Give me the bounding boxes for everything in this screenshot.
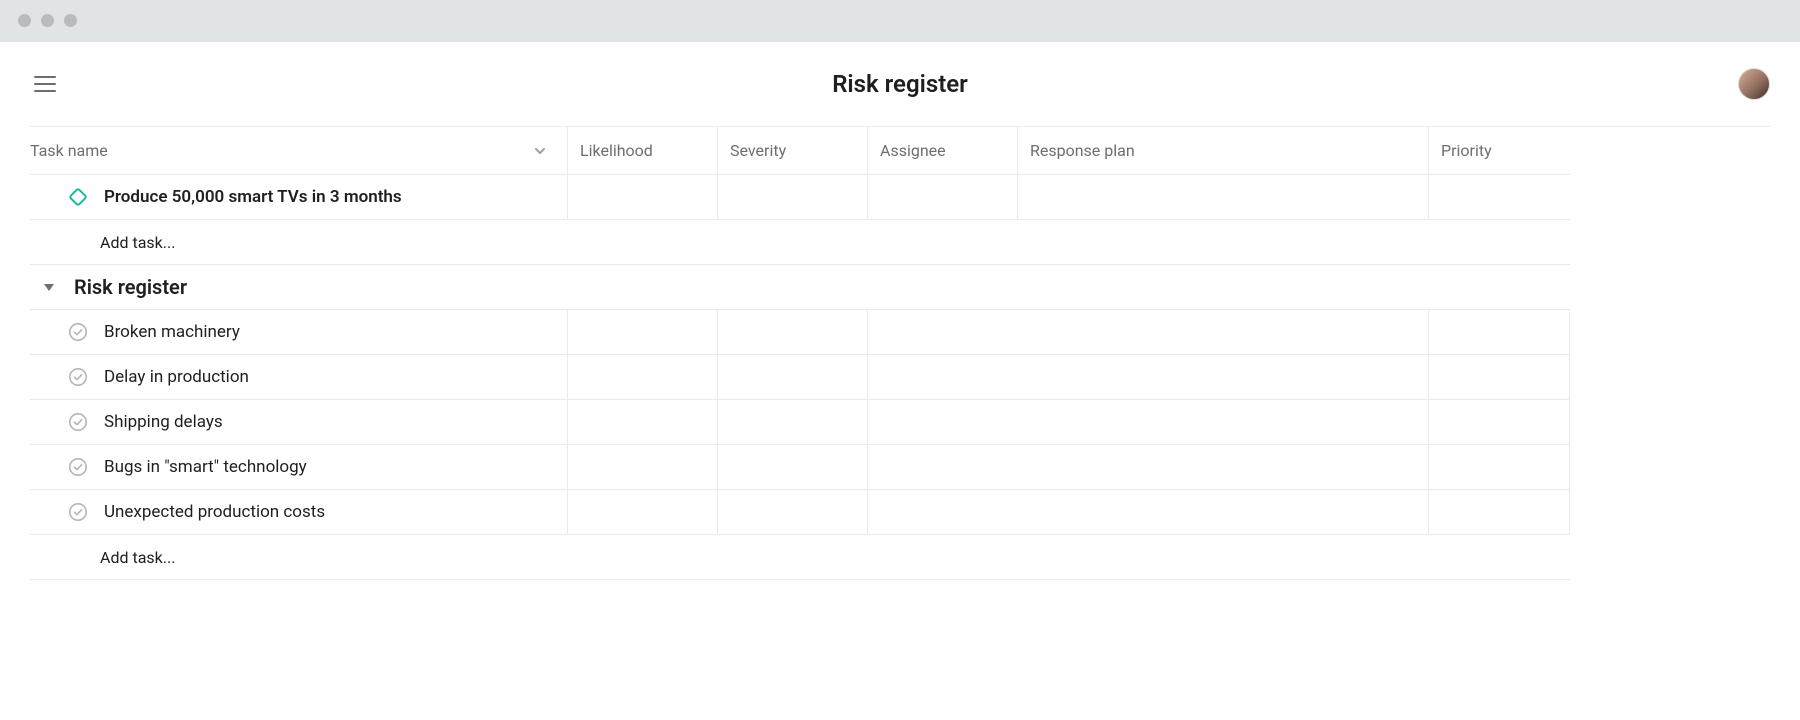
task-likelihood-cell[interactable] xyxy=(568,310,718,355)
task-response-plan-cell[interactable] xyxy=(1018,445,1429,490)
traffic-light-zoom[interactable] xyxy=(64,14,77,27)
column-header-label: Likelihood xyxy=(580,141,653,160)
chevron-down-icon xyxy=(533,144,547,158)
complete-toggle[interactable] xyxy=(68,412,88,432)
complete-toggle[interactable] xyxy=(68,322,88,342)
traffic-light-minimize[interactable] xyxy=(41,14,54,27)
task-severity-cell[interactable] xyxy=(718,310,868,355)
column-header-label: Task name xyxy=(30,141,108,160)
task-priority-cell[interactable] xyxy=(1429,400,1570,445)
task-assignee-cell[interactable] xyxy=(868,400,1018,445)
task-table: Task name Likelihood Severity Assignee R… xyxy=(30,126,1770,580)
menu-button[interactable] xyxy=(30,69,60,99)
milestone-name: Produce 50,000 smart TVs in 3 months xyxy=(104,187,402,207)
column-header-priority[interactable]: Priority xyxy=(1429,127,1570,175)
task-assignee-cell[interactable] xyxy=(868,310,1018,355)
milestone-severity-cell[interactable] xyxy=(718,175,868,220)
milestone-likelihood-cell[interactable] xyxy=(568,175,718,220)
task-assignee-cell[interactable] xyxy=(868,445,1018,490)
column-header-label: Assignee xyxy=(880,141,946,160)
task-severity-cell[interactable] xyxy=(718,355,868,400)
task-response-plan-cell[interactable] xyxy=(1018,400,1429,445)
column-header-severity[interactable]: Severity xyxy=(718,127,868,175)
task-name: Broken machinery xyxy=(104,322,240,342)
task-severity-cell[interactable] xyxy=(718,490,868,535)
check-circle-icon xyxy=(68,502,88,522)
section-collapse-toggle[interactable] xyxy=(42,280,56,294)
app-header: Risk register xyxy=(0,42,1800,126)
check-circle-icon xyxy=(68,322,88,342)
task-response-plan-cell[interactable] xyxy=(1018,490,1429,535)
task-row[interactable]: Shipping delays xyxy=(30,400,568,445)
task-name: Unexpected production costs xyxy=(104,502,325,522)
milestone-icon xyxy=(68,187,88,207)
column-menu-button[interactable] xyxy=(533,144,551,158)
window-titlebar xyxy=(0,0,1800,42)
task-name: Shipping delays xyxy=(104,412,223,432)
column-header-task-name[interactable]: Task name xyxy=(30,127,568,175)
complete-toggle[interactable] xyxy=(68,502,88,522)
task-priority-cell[interactable] xyxy=(1429,355,1570,400)
task-response-plan-cell[interactable] xyxy=(1018,310,1429,355)
check-circle-icon xyxy=(68,367,88,387)
column-header-response-plan[interactable]: Response plan xyxy=(1018,127,1429,175)
task-name: Delay in production xyxy=(104,367,249,387)
task-response-plan-cell[interactable] xyxy=(1018,355,1429,400)
task-assignee-cell[interactable] xyxy=(868,490,1018,535)
add-task-input-top[interactable]: Add task... xyxy=(30,220,1570,265)
column-header-likelihood[interactable]: Likelihood xyxy=(568,127,718,175)
task-likelihood-cell[interactable] xyxy=(568,445,718,490)
milestone-response-plan-cell[interactable] xyxy=(1018,175,1429,220)
hamburger-icon xyxy=(34,75,56,93)
task-likelihood-cell[interactable] xyxy=(568,400,718,445)
task-row[interactable]: Broken machinery xyxy=(30,310,568,355)
task-row[interactable]: Bugs in "smart" technology xyxy=(30,445,568,490)
column-header-label: Response plan xyxy=(1030,141,1135,160)
add-task-input-bottom[interactable]: Add task... xyxy=(30,535,1570,580)
task-priority-cell[interactable] xyxy=(1429,490,1570,535)
complete-toggle[interactable] xyxy=(68,367,88,387)
caret-down-icon xyxy=(42,280,56,294)
page-title: Risk register xyxy=(832,70,968,98)
task-priority-cell[interactable] xyxy=(1429,310,1570,355)
column-header-label: Priority xyxy=(1441,141,1492,160)
complete-toggle[interactable] xyxy=(68,457,88,477)
column-header-label: Severity xyxy=(730,141,786,160)
task-assignee-cell[interactable] xyxy=(868,355,1018,400)
traffic-lights xyxy=(18,14,77,27)
task-severity-cell[interactable] xyxy=(718,400,868,445)
task-likelihood-cell[interactable] xyxy=(568,355,718,400)
milestone-assignee-cell[interactable] xyxy=(868,175,1018,220)
check-circle-icon xyxy=(68,412,88,432)
task-row[interactable]: Delay in production xyxy=(30,355,568,400)
section-title: Risk register xyxy=(74,275,187,299)
task-priority-cell[interactable] xyxy=(1429,445,1570,490)
task-name: Bugs in "smart" technology xyxy=(104,457,307,477)
column-header-assignee[interactable]: Assignee xyxy=(868,127,1018,175)
milestone-priority-cell[interactable] xyxy=(1429,175,1570,220)
milestone-row[interactable]: Produce 50,000 smart TVs in 3 months xyxy=(30,175,568,220)
avatar[interactable] xyxy=(1738,68,1770,100)
task-row[interactable]: Unexpected production costs xyxy=(30,490,568,535)
task-severity-cell[interactable] xyxy=(718,445,868,490)
check-circle-icon xyxy=(68,457,88,477)
task-likelihood-cell[interactable] xyxy=(568,490,718,535)
section-header[interactable]: Risk register xyxy=(30,265,1570,310)
traffic-light-close[interactable] xyxy=(18,14,31,27)
